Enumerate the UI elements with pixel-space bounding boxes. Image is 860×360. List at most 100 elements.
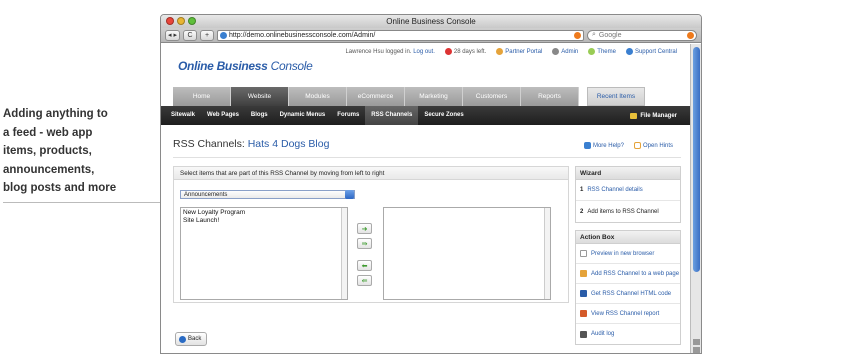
- trial-icon: [444, 47, 452, 55]
- move-all-right-button[interactable]: ⇛: [357, 238, 372, 249]
- back-arrow-icon: [179, 335, 186, 343]
- caption-text: Adding anything to a feed - web app item…: [3, 105, 153, 198]
- recent-items-button[interactable]: Recent Items: [587, 87, 645, 106]
- action-item[interactable]: Get RSS Channel HTML code: [576, 284, 680, 304]
- wizard-step[interactable]: 1 RSS Channel details: [576, 180, 680, 201]
- reload-button[interactable]: C: [182, 29, 197, 41]
- page-content: Lawrence Hsu logged in. Log out. 28 days…: [161, 44, 691, 353]
- search-placeholder: Google: [598, 31, 622, 39]
- theme-label: Theme: [597, 49, 616, 56]
- subnav-dynamic-menus[interactable]: Dynamic Menus: [274, 106, 332, 125]
- action-label: Get RSS Channel HTML code: [591, 290, 672, 297]
- add-bookmark-button[interactable]: +: [199, 29, 214, 41]
- file-manager-link[interactable]: File Manager: [630, 112, 677, 119]
- scroll-up-icon[interactable]: [693, 339, 700, 345]
- partner-portal-label: Partner Portal: [505, 49, 543, 56]
- preview-icon: [580, 250, 587, 257]
- search-input[interactable]: ⌕ Google: [587, 29, 697, 41]
- subnav-secure-zones[interactable]: Secure Zones: [418, 106, 469, 125]
- scroll-thumb[interactable]: [693, 47, 700, 272]
- minimize-window-button[interactable]: [177, 17, 185, 25]
- help-icon: [583, 142, 591, 149]
- app-logo[interactable]: Online Business Console: [178, 59, 313, 73]
- back-button[interactable]: Back: [175, 332, 207, 346]
- tab-website[interactable]: Website: [231, 87, 289, 106]
- page-scrollbar[interactable]: [690, 44, 701, 353]
- back-forward-button[interactable]: ◂ ▸: [165, 29, 180, 41]
- logout-link[interactable]: Log out.: [413, 49, 435, 55]
- list-item[interactable]: New Loyalty Program: [183, 209, 345, 217]
- caption-line: announcements,: [3, 163, 95, 176]
- arrow-left-icon: ⬅: [361, 262, 368, 270]
- admin-label: Admin: [561, 49, 579, 56]
- logo-light: Console: [270, 59, 313, 73]
- move-right-button[interactable]: ➜: [357, 223, 372, 234]
- action-label: Add RSS Channel to a web page: [591, 270, 680, 277]
- clear-search-icon[interactable]: [687, 31, 694, 39]
- action-item[interactable]: Add RSS Channel to a web page: [576, 264, 680, 284]
- address-bar[interactable]: http://demo.onlinebusinessconsole.com/Ad…: [216, 29, 584, 41]
- step-label: RSS Channel details: [587, 187, 643, 193]
- move-all-left-button[interactable]: ⇚: [357, 275, 372, 286]
- step-number: 2: [580, 208, 584, 215]
- open-hints-link[interactable]: Open Hints: [633, 142, 673, 150]
- selected-items-list[interactable]: [383, 207, 551, 300]
- wizard-title: Wizard: [576, 167, 680, 180]
- step-number: 1: [580, 187, 584, 193]
- back-label: Back: [188, 336, 202, 342]
- folder-icon: [630, 112, 638, 119]
- scroll-down-icon[interactable]: [693, 347, 700, 353]
- partner-icon: [496, 47, 504, 55]
- list-item[interactable]: Site Launch!: [183, 217, 345, 225]
- rss-feed-icon[interactable]: [574, 31, 581, 39]
- action-item[interactable]: View RSS Channel report: [576, 304, 680, 324]
- theme-link[interactable]: Theme: [588, 47, 616, 56]
- wizard-step[interactable]: 2 Add items to RSS Channel: [576, 201, 680, 222]
- move-left-button[interactable]: ⬅: [357, 260, 372, 271]
- item-type-select[interactable]: Announcements: [180, 190, 355, 199]
- subnav-web-pages[interactable]: Web Pages: [201, 106, 245, 125]
- open-hints-label: Open Hints: [642, 143, 673, 150]
- browser-toolbar: ◂ ▸ C + http://demo.onlinebusinessconsol…: [161, 28, 701, 43]
- tab-reports[interactable]: Reports: [521, 87, 579, 106]
- action-box-panel: Action Box Preview in new browser Add RS…: [575, 230, 681, 345]
- tab-ecommerce[interactable]: eCommerce: [347, 87, 405, 106]
- subnav-rss-channels[interactable]: RSS Channels: [365, 106, 419, 125]
- page-title-prefix: RSS Channels:: [173, 138, 245, 150]
- logo-bold: Online Business: [178, 59, 268, 73]
- arrow-right-icon: ➜: [361, 225, 368, 233]
- search-icon: ⌕: [592, 31, 596, 38]
- action-item[interactable]: Audit log: [576, 324, 680, 344]
- list-scrollbar[interactable]: [544, 208, 550, 299]
- sub-navigation: Sitewalk Web Pages Blogs Dynamic Menus F…: [161, 106, 691, 125]
- close-window-button[interactable]: [166, 17, 174, 25]
- top-strip: Lawrence Hsu logged in. Log out. 28 days…: [161, 44, 691, 59]
- available-items-list[interactable]: New Loyalty Program Site Launch!: [180, 207, 348, 300]
- subnav-blogs[interactable]: Blogs: [245, 106, 274, 125]
- tab-home[interactable]: Home: [173, 87, 231, 106]
- subnav-sitewalk[interactable]: Sitewalk: [165, 106, 201, 125]
- list-scrollbar[interactable]: [341, 208, 347, 299]
- callout-line: [3, 202, 178, 203]
- double-arrow-right-icon: ⇛: [361, 240, 368, 248]
- theme-icon: [588, 47, 596, 55]
- support-link[interactable]: Support Central: [625, 47, 677, 55]
- more-help-link[interactable]: More Help?: [583, 142, 624, 149]
- tab-modules[interactable]: Modules: [289, 87, 347, 106]
- file-manager-label: File Manager: [640, 112, 677, 119]
- partner-portal-link[interactable]: Partner Portal: [496, 47, 543, 56]
- tab-marketing[interactable]: Marketing: [405, 87, 463, 106]
- subnav-forums[interactable]: Forums: [331, 106, 365, 125]
- title-divider: [173, 157, 681, 158]
- admin-icon: [552, 47, 560, 55]
- caption-line: blog posts and more: [3, 182, 117, 194]
- tab-customers[interactable]: Customers: [463, 87, 521, 106]
- action-label: Audit log: [591, 331, 615, 337]
- title-bar: Online Business Console: [161, 15, 701, 28]
- window-title: Online Business Console: [386, 17, 476, 26]
- action-item[interactable]: Preview in new browser: [576, 244, 680, 264]
- zoom-window-button[interactable]: [188, 17, 196, 25]
- main-tabs: Home Website Modules eCommerce Marketing…: [173, 87, 681, 106]
- support-icon: [625, 47, 633, 55]
- admin-link[interactable]: Admin: [552, 47, 579, 56]
